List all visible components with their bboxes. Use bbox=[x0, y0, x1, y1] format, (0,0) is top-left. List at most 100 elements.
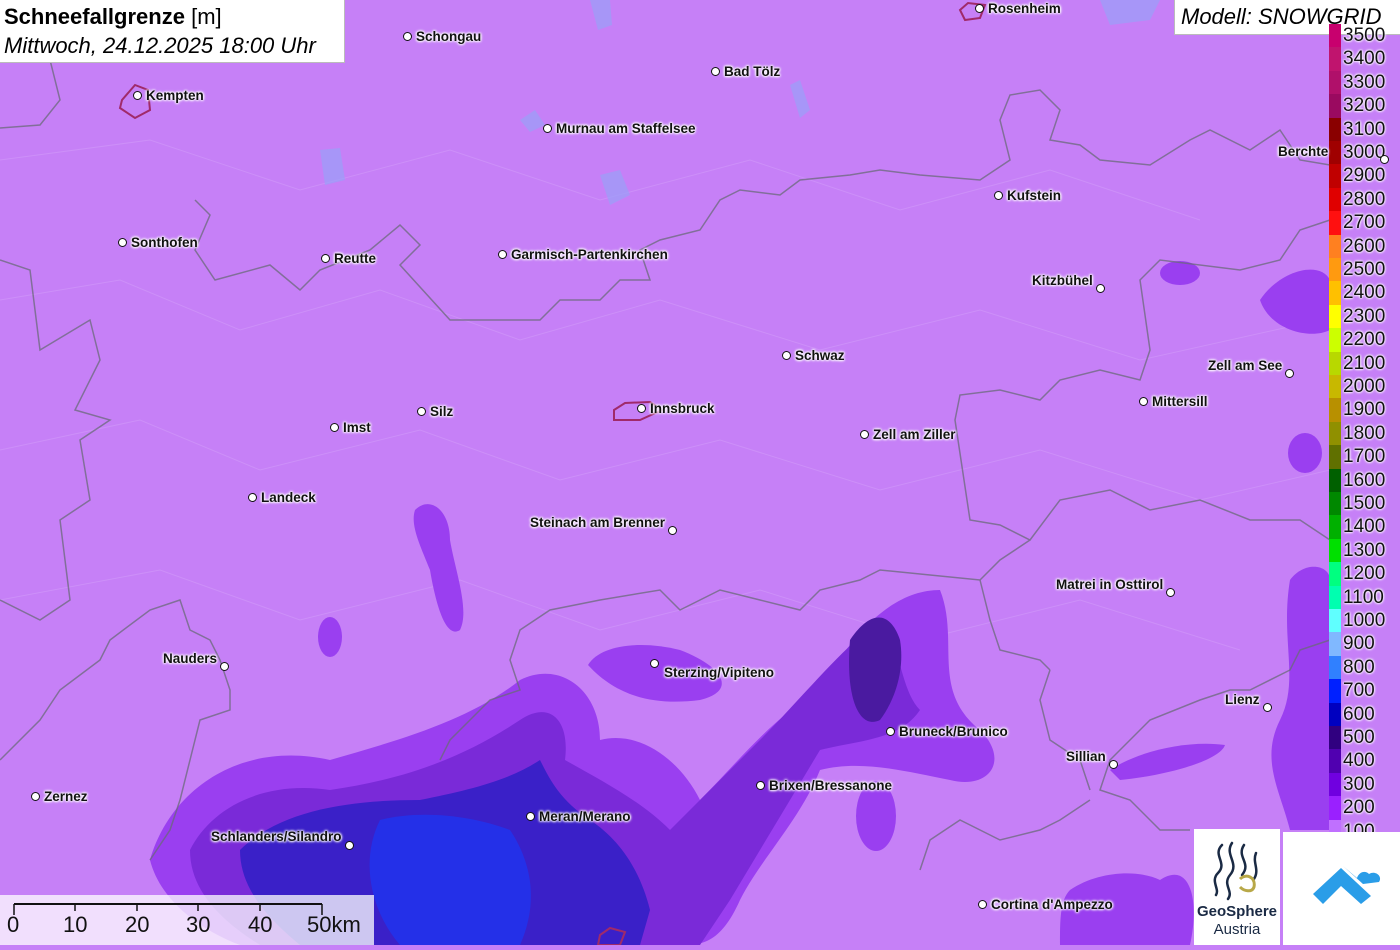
city-marker[interactable] bbox=[330, 423, 339, 432]
legend-swatch bbox=[1329, 538, 1341, 563]
city-label[interactable]: Kitzbühel bbox=[1032, 273, 1093, 289]
legend-row: 600 bbox=[1329, 702, 1400, 726]
city-marker[interactable] bbox=[668, 526, 677, 535]
city-marker[interactable] bbox=[756, 781, 765, 790]
city-label[interactable]: Rosenheim bbox=[988, 1, 1061, 17]
map-title: Schneefallgrenze [m] bbox=[4, 4, 222, 29]
city-label[interactable]: Kempten bbox=[146, 88, 204, 104]
city-label[interactable]: Zell am See bbox=[1208, 358, 1282, 374]
city-label[interactable]: Silz bbox=[430, 404, 453, 420]
city-marker[interactable] bbox=[1263, 703, 1272, 712]
city-marker[interactable] bbox=[637, 404, 646, 413]
city-marker[interactable] bbox=[650, 659, 659, 668]
legend-swatch bbox=[1329, 585, 1341, 609]
city-label[interactable]: Schwaz bbox=[795, 348, 845, 364]
legend-label: 3500 bbox=[1343, 25, 1386, 46]
city-label[interactable]: Steinach am Brenner bbox=[530, 515, 665, 531]
city-marker[interactable] bbox=[498, 250, 507, 259]
city-marker[interactable] bbox=[994, 191, 1003, 200]
scale-label-40: 40 bbox=[248, 912, 273, 937]
legend-label: 1600 bbox=[1343, 469, 1386, 491]
scale-label-20: 20 bbox=[125, 912, 150, 937]
legend-row: 200 bbox=[1329, 796, 1400, 820]
city-marker[interactable] bbox=[886, 727, 895, 736]
city-marker[interactable] bbox=[1096, 284, 1105, 293]
legend-row: 2100 bbox=[1329, 351, 1400, 375]
city-marker[interactable] bbox=[1109, 760, 1118, 769]
map-title-box: Schneefallgrenze [m] Mittwoch, 24.12.202… bbox=[0, 0, 345, 63]
city-label[interactable]: Berchte bbox=[1278, 144, 1328, 160]
city-label[interactable]: Bad Tölz bbox=[724, 64, 780, 80]
legend-row: 1700 bbox=[1329, 445, 1400, 469]
city-marker[interactable] bbox=[978, 900, 987, 909]
city-marker[interactable] bbox=[860, 430, 869, 439]
city-label[interactable]: Garmisch-Partenkirchen bbox=[511, 247, 668, 263]
city-marker[interactable] bbox=[526, 812, 535, 821]
legend-row: 500 bbox=[1329, 726, 1400, 750]
city-label[interactable]: Bruneck/Brunico bbox=[899, 724, 1008, 740]
city-marker[interactable] bbox=[1139, 397, 1148, 406]
city-label[interactable]: Murnau am Staffelsee bbox=[556, 121, 696, 137]
city-label[interactable]: Cortina d'Ampezzo bbox=[991, 897, 1113, 913]
city-marker[interactable] bbox=[543, 124, 552, 133]
legend-row: 1600 bbox=[1329, 468, 1400, 492]
scale-label-50km: 50km bbox=[307, 912, 361, 937]
legend-swatch bbox=[1329, 632, 1341, 656]
city-marker[interactable] bbox=[345, 841, 354, 850]
city-marker[interactable] bbox=[711, 67, 720, 76]
snowfall-limit-map[interactable] bbox=[0, 0, 1400, 945]
legend-swatch bbox=[1329, 398, 1341, 422]
legend-row: 800 bbox=[1329, 655, 1400, 680]
city-marker[interactable] bbox=[220, 662, 229, 671]
city-label[interactable]: Schlanders/Silandro bbox=[211, 829, 342, 845]
geosphere-logo-text: GeoSphere bbox=[1196, 903, 1278, 920]
city-label[interactable]: Nauders bbox=[163, 651, 217, 667]
city-label[interactable]: Imst bbox=[343, 420, 371, 436]
legend-row: 2900 bbox=[1329, 164, 1400, 188]
city-label[interactable]: Zell am Ziller bbox=[873, 427, 956, 443]
city-marker[interactable] bbox=[118, 238, 127, 247]
city-marker[interactable] bbox=[321, 254, 330, 263]
city-label[interactable]: Kufstein bbox=[1007, 188, 1061, 204]
city-label[interactable]: Sillian bbox=[1066, 749, 1106, 765]
city-marker[interactable] bbox=[403, 32, 412, 41]
city-marker[interactable] bbox=[248, 493, 257, 502]
city-label[interactable]: Matrei in Osttirol bbox=[1056, 577, 1163, 593]
city-label[interactable]: Meran/Merano bbox=[539, 809, 631, 825]
city-marker[interactable] bbox=[1285, 369, 1294, 378]
city-marker[interactable] bbox=[782, 351, 791, 360]
legend-swatch bbox=[1329, 375, 1341, 399]
city-label[interactable]: Sterzing/Vipiteno bbox=[664, 665, 774, 681]
city-label[interactable]: Innsbruck bbox=[650, 401, 715, 417]
city-marker[interactable] bbox=[31, 792, 40, 801]
city-marker[interactable] bbox=[1166, 588, 1175, 597]
mountain-cloud-icon bbox=[1313, 866, 1381, 904]
city-marker[interactable] bbox=[133, 91, 142, 100]
color-legend: 3500 3400 3300 3200 3100 3000 2900 2800 2700 2600… bbox=[1329, 24, 1400, 843]
legend-swatch bbox=[1329, 141, 1341, 165]
city-label[interactable]: Landeck bbox=[261, 490, 316, 506]
legend-swatch bbox=[1329, 562, 1341, 586]
legend-label: 3000 bbox=[1343, 142, 1386, 163]
city-label[interactable]: Sonthofen bbox=[131, 235, 198, 251]
legend-label: 2600 bbox=[1343, 235, 1386, 257]
city-marker[interactable] bbox=[1380, 155, 1389, 164]
legend-label: 2500 bbox=[1343, 259, 1386, 280]
city-marker[interactable] bbox=[417, 407, 426, 416]
city-label[interactable]: Schongau bbox=[416, 29, 481, 45]
city-label[interactable]: Lienz bbox=[1225, 692, 1260, 708]
legend-row: 2000 bbox=[1329, 375, 1400, 399]
legend-swatch bbox=[1329, 749, 1341, 773]
city-label[interactable]: Mittersill bbox=[1152, 394, 1208, 410]
city-label[interactable]: Zernez bbox=[44, 789, 88, 805]
city-label[interactable]: Reutte bbox=[334, 251, 376, 267]
city-marker[interactable] bbox=[975, 4, 984, 13]
legend-label: 400 bbox=[1343, 750, 1375, 772]
legend-label: 1000 bbox=[1343, 610, 1386, 631]
geosphere-logo[interactable]: GeoSphere Austria bbox=[1194, 829, 1280, 945]
legend-swatch bbox=[1329, 234, 1341, 258]
city-label[interactable]: Brixen/Bressanone bbox=[769, 778, 892, 794]
legend-row: 2200 bbox=[1329, 328, 1400, 352]
geosphere-logo-subtext: Austria bbox=[1213, 921, 1261, 938]
snowgrid-logo[interactable] bbox=[1283, 832, 1400, 945]
